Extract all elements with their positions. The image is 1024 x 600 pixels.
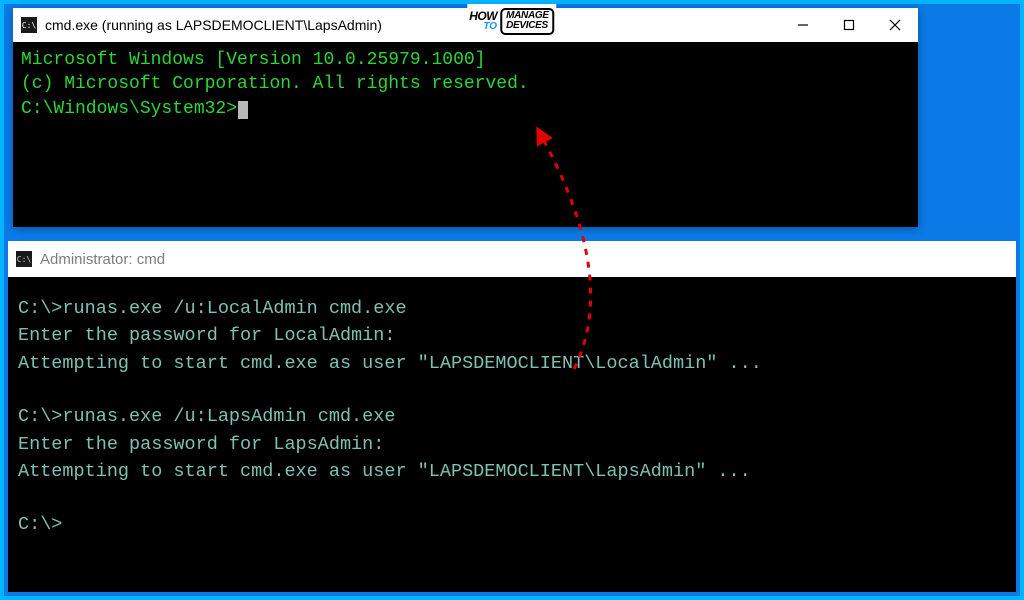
minimize-button[interactable] — [780, 8, 826, 42]
terminal-line: Attempting to start cmd.exe as user "LAP… — [18, 350, 1008, 377]
terminal-line: Microsoft Windows [Version 10.0.25979.10… — [21, 48, 910, 72]
cursor-icon — [238, 101, 248, 119]
blank-line — [18, 485, 1008, 511]
watermark-right: MANAGE DEVICES — [500, 8, 555, 35]
terminal-line: (c) Microsoft Corporation. All rights re… — [21, 72, 910, 96]
terminal-line: C:\>runas.exe /u:LapsAdmin cmd.exe — [18, 403, 1008, 430]
cmd-window-admin: C:\ Administrator: cmd C:\>runas.exe /u:… — [8, 241, 1016, 592]
cmd-icon: C:\ — [21, 17, 37, 33]
watermark-to: TO — [469, 22, 497, 31]
terminal-lower[interactable]: C:\>runas.exe /u:LocalAdmin cmd.exe Ente… — [8, 277, 1016, 547]
watermark-logo: HOW TO MANAGE DEVICES — [467, 4, 556, 38]
terminal-prompt: C:\Windows\System32> — [21, 97, 910, 121]
close-button[interactable] — [872, 8, 918, 42]
watermark-left: HOW TO — [469, 11, 497, 31]
cmd-icon: C:\ — [16, 251, 32, 267]
terminal-line: C:\>runas.exe /u:LocalAdmin cmd.exe — [18, 295, 1008, 322]
terminal-prompt: C:\> — [18, 511, 1008, 538]
blank-line — [18, 377, 1008, 403]
minimize-icon — [797, 19, 809, 31]
watermark-line2: DEVICES — [506, 21, 549, 32]
close-icon — [889, 19, 901, 31]
window-title-lower: Administrator: cmd — [40, 251, 165, 268]
terminal-upper[interactable]: Microsoft Windows [Version 10.0.25979.10… — [13, 42, 918, 227]
titlebar-upper[interactable]: C:\ cmd.exe (running as LAPSDEMOCLIENT\L… — [13, 8, 918, 42]
terminal-line: Attempting to start cmd.exe as user "LAP… — [18, 458, 1008, 485]
terminal-line: Enter the password for LapsAdmin: — [18, 431, 1008, 458]
cmd-window-laps: C:\ cmd.exe (running as LAPSDEMOCLIENT\L… — [13, 8, 918, 227]
prompt-text: C:\Windows\System32> — [21, 99, 237, 119]
terminal-line: Enter the password for LocalAdmin: — [18, 322, 1008, 349]
maximize-button[interactable] — [826, 8, 872, 42]
window-title-upper: cmd.exe (running as LAPSDEMOCLIENT\LapsA… — [45, 17, 382, 33]
maximize-icon — [843, 19, 855, 31]
titlebar-lower[interactable]: C:\ Administrator: cmd — [8, 241, 1016, 277]
